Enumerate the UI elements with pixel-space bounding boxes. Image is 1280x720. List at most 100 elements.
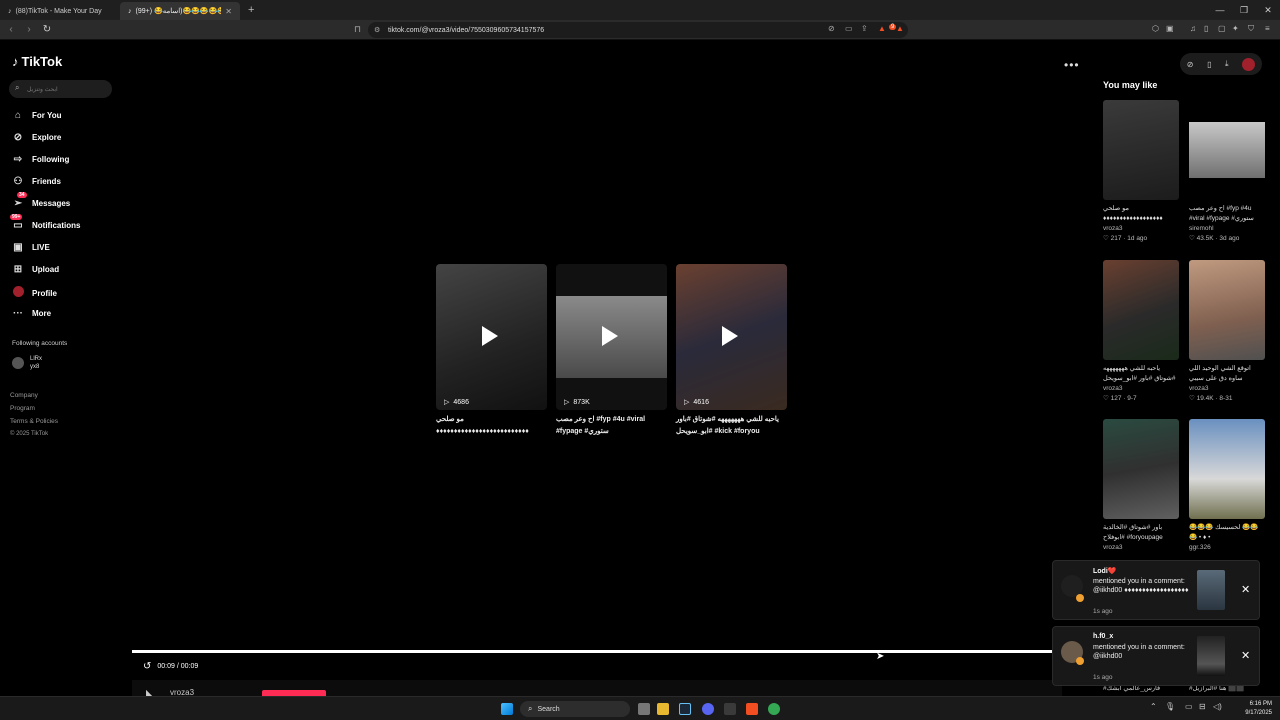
vpn-icon[interactable]: ⛉ (1248, 24, 1254, 34)
video-thumbnail[interactable]: ▷ 4616 (676, 264, 787, 410)
nav-more[interactable]: ··· More (12, 308, 51, 319)
video-author[interactable]: siremohl (1189, 224, 1265, 234)
bookmark-icon[interactable]: ⊓ (354, 24, 361, 35)
phone-icon[interactable]: ▯ (1207, 60, 1211, 69)
video-author[interactable]: vroza3 (1189, 384, 1265, 394)
new-tab-button[interactable]: + (240, 4, 262, 16)
app-icon[interactable] (724, 703, 736, 715)
suggested-video-card[interactable]: اتوقع الشي الوحيد اللي ساوه دق على سيبي … (1189, 260, 1265, 404)
video-thumbnail[interactable] (1103, 419, 1179, 519)
close-icon[interactable]: ✕ (1241, 649, 1250, 662)
video-thumbnail[interactable] (1103, 100, 1179, 200)
system-clock[interactable]: 6:16 PM 9/17/2025 (1245, 700, 1272, 718)
tiktok-logo[interactable]: ♪ TikTok (12, 54, 62, 69)
mic-icon[interactable]: 🎙︎ (1165, 702, 1175, 711)
suggested-video-card[interactable]: باور #شوتاق #الخالدية #ابوفلاح #foryoupa… (1103, 419, 1179, 553)
wallet-icon[interactable]: ▣ (1166, 24, 1174, 33)
tiktok-note-icon: ♪ (12, 54, 19, 69)
close-window-icon[interactable]: ✕ (1256, 0, 1280, 20)
mention-notification[interactable]: Lodi❤️ mentioned you in a comment: @iikh… (1052, 560, 1260, 620)
video-thumbnail[interactable]: ▷ 4686 (436, 264, 547, 410)
video-progress-bar[interactable] (132, 650, 1052, 653)
related-video-card[interactable]: ▷ 4616 ياحبه للشي هههههههه #شوتاق #باور #… (676, 264, 787, 438)
brave-rewards-icon[interactable]: ▲ (896, 24, 904, 33)
reload-icon[interactable]: ↻ (40, 24, 54, 35)
footer-link-company[interactable]: Company (10, 392, 38, 399)
related-video-card[interactable]: ▷ 4686 مو صلحي ♦♦♦♦♦♦♦♦♦♦♦♦♦♦♦♦♦♦♦♦♦♦♦♦♦♦ (436, 264, 547, 438)
chrome-icon[interactable] (768, 703, 780, 715)
video-author[interactable]: vroza3 (1103, 384, 1179, 394)
nav-for-you[interactable]: ⌂ For You (12, 110, 62, 121)
suggested-video-card[interactable]: ياحبه للشي هههههههه #شوتاق #باور #ابو_سو… (1103, 260, 1179, 404)
video-author[interactable]: vroza3 (1103, 543, 1179, 553)
nav-notifications[interactable]: ▭ 99+ Notifications (10, 214, 80, 231)
close-tab-icon[interactable]: ✕ (225, 7, 232, 16)
close-icon[interactable]: ✕ (1241, 583, 1250, 596)
video-thumbnail[interactable] (1189, 260, 1265, 360)
url-text: tiktok.com/@vroza3/video/755030960573415… (388, 26, 545, 34)
suggested-video-card[interactable]: مو صلحي ♦♦♦♦♦♦♦♦♦♦♦♦♦♦♦♦♦♦ vroza3 ♡ 217 … (1103, 100, 1179, 244)
following-account-item[interactable]: LlRx yx8 (12, 355, 42, 371)
cast-icon[interactable]: ▭ (845, 24, 853, 33)
view-count: 4616 (693, 398, 709, 406)
suggested-video-card[interactable]: اح وعر مصب #fyp #4u #viral #fypage #ستور… (1189, 100, 1265, 244)
steam-icon[interactable] (679, 703, 691, 715)
compass-icon[interactable]: ⊘ (1187, 60, 1194, 69)
brave-shields-icon[interactable]: ▲ (878, 24, 886, 33)
sidebar-toggle-icon[interactable]: ▯ (1204, 24, 1208, 33)
nav-profile[interactable]: Profile (12, 286, 57, 300)
keyboard-icon[interactable]: ▭ (1185, 702, 1193, 711)
music-icon[interactable]: ♫ (1190, 24, 1196, 33)
nav-following[interactable]: ⇨ Following (12, 154, 70, 165)
video-thumbnail[interactable] (1103, 260, 1179, 360)
notification-message: mentioned you in a comment: @iikhd00 ♦♦♦… (1093, 578, 1189, 594)
tab-search-icon[interactable]: ▢ (1218, 24, 1226, 33)
mention-notification[interactable]: h.f0_x mentioned you in a comment: @iikh… (1052, 626, 1260, 686)
browser-tab[interactable]: ♪ (88)TikTok - Make Your Day (0, 2, 120, 20)
nav-live[interactable]: ▣ LIVE (12, 242, 50, 253)
account-name: LlRx (30, 356, 43, 362)
user-avatar[interactable] (1242, 57, 1256, 71)
reader-icon[interactable]: ⊘ (828, 24, 835, 33)
browser-tab-active[interactable]: ♪ هههه😂😂😂😂😂(اسامه😂 (+99) ✕ (120, 2, 240, 20)
view-count: 4686 (453, 398, 469, 406)
video-author[interactable]: ggr.326 (1189, 543, 1265, 553)
video-thumbnail[interactable] (1189, 419, 1265, 519)
network-icon[interactable]: ⊟ (1199, 702, 1206, 711)
menu-icon[interactable]: ≡ (1265, 24, 1270, 33)
site-info-icon[interactable]: ⚙ (374, 26, 380, 34)
footer-link-terms[interactable]: Terms & Policies (10, 418, 58, 425)
more-options-icon[interactable]: ••• (1064, 58, 1080, 72)
related-video-card[interactable]: ▷ 873K اح وعر مصب #fyp #4u #viral #fypage… (556, 264, 667, 438)
back-icon[interactable]: ‹ (4, 24, 18, 35)
maximize-icon[interactable]: ❐ (1232, 0, 1256, 20)
share-icon[interactable]: ⇪ (861, 24, 868, 33)
windows-start-icon[interactable] (501, 703, 513, 715)
replay-icon[interactable]: ↺ (143, 661, 151, 672)
task-view-icon[interactable] (638, 703, 650, 715)
footer-link-program[interactable]: Program (10, 405, 35, 412)
taskbar-search[interactable]: ⌕ Search (520, 701, 630, 717)
file-explorer-icon[interactable] (657, 703, 669, 715)
video-stats: ♡ 19.4K · 8-31 (1189, 395, 1233, 402)
nav-upload[interactable]: ⊞ Upload (12, 264, 59, 275)
download-icon[interactable]: ⤓ (1225, 59, 1229, 69)
discord-icon[interactable] (702, 703, 714, 715)
suggested-video-card[interactable]: 😂😂😂 لحسيسك 😂😂😂 • ♦ • ggr.326 (1189, 419, 1265, 553)
url-field[interactable]: ⚙ tiktok.com/@vroza3/video/7550309605734… (368, 22, 908, 38)
player-tools: ⊘ ▯ ⤓ (1180, 53, 1262, 75)
minimize-icon[interactable]: — (1208, 0, 1232, 20)
tray-chevron-icon[interactable]: ⌃ (1150, 702, 1157, 711)
nav-explore[interactable]: ⊘ Explore (12, 132, 62, 143)
video-thumbnail[interactable] (1189, 100, 1265, 200)
nav-friends[interactable]: ⚇ Friends (12, 176, 61, 187)
search-input[interactable]: ⌕ ابحث وتنزيل (9, 80, 112, 98)
video-author[interactable]: vroza3 (1103, 224, 1179, 234)
nav-messages[interactable]: ➢ 34 Messages (12, 192, 70, 209)
extension-icon[interactable]: ⬡ (1152, 24, 1159, 33)
volume-icon[interactable]: ◁) (1213, 702, 1222, 711)
leo-icon[interactable]: ✦ (1232, 24, 1239, 33)
video-thumbnail[interactable]: ▷ 873K (556, 264, 667, 410)
brave-browser-icon[interactable] (746, 703, 758, 715)
forward-icon[interactable]: › (22, 24, 36, 35)
